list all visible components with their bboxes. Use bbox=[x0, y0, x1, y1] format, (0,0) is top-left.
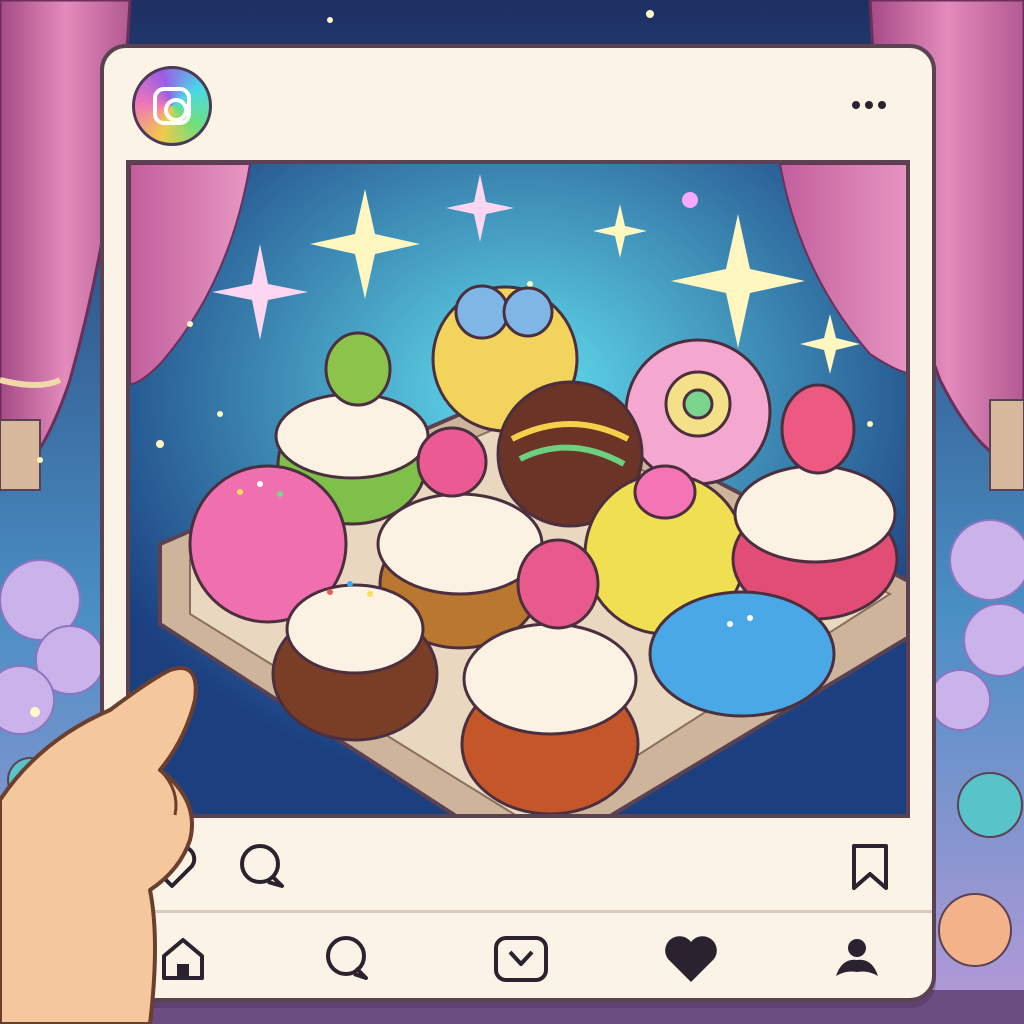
post-header bbox=[104, 48, 932, 160]
speech-bubble-icon[interactable] bbox=[236, 842, 288, 896]
camera-glyph bbox=[153, 87, 191, 125]
dot bbox=[878, 101, 886, 109]
heart-filled-icon[interactable] bbox=[662, 932, 717, 986]
bookmark-icon[interactable] bbox=[848, 842, 892, 896]
post-image[interactable] bbox=[126, 160, 910, 818]
post-actions bbox=[104, 828, 932, 908]
reels-icon[interactable] bbox=[492, 932, 548, 986]
more-dots-icon[interactable] bbox=[852, 98, 892, 112]
home-icon[interactable] bbox=[156, 932, 210, 986]
heart-outline-icon[interactable] bbox=[146, 842, 198, 894]
speech-bubble-icon[interactable] bbox=[320, 932, 374, 986]
bottom-nav bbox=[104, 914, 932, 1002]
dot bbox=[865, 101, 873, 109]
profile-icon[interactable] bbox=[830, 932, 884, 986]
dot bbox=[852, 101, 860, 109]
camera-logo-icon[interactable] bbox=[132, 66, 212, 146]
post-card bbox=[100, 44, 936, 1002]
divider bbox=[104, 910, 932, 913]
